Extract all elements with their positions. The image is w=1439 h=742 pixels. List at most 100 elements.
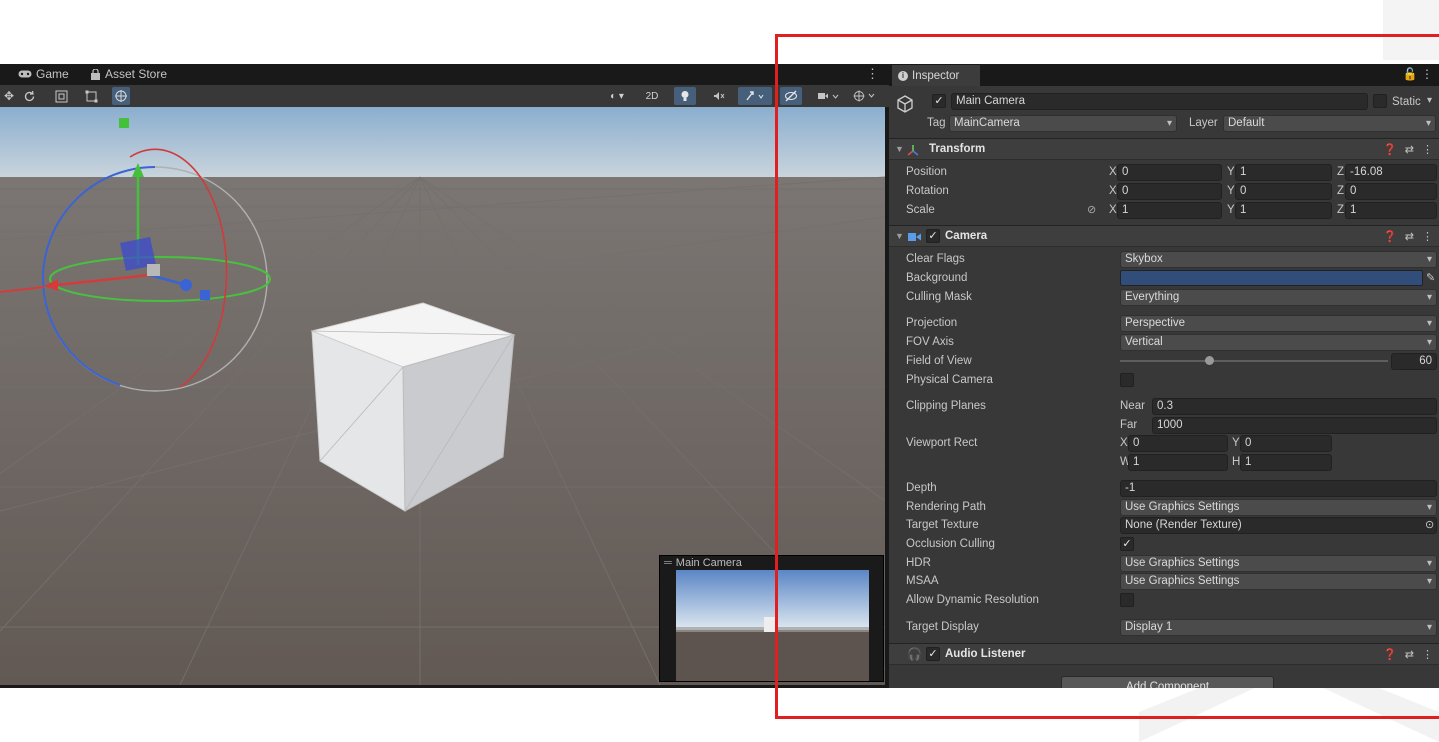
constrain-proportions-link-icon[interactable]: ⊘ [1087, 203, 1096, 216]
msaa-dropdown[interactable]: Use Graphics Settings [1120, 573, 1437, 590]
scale-tool-icon[interactable] [52, 87, 70, 105]
background-row: Background ✎ [889, 269, 1439, 288]
depth-label: Depth [906, 482, 937, 494]
presets-icon[interactable]: ⇄ [1405, 143, 1414, 156]
fov-slider-thumb[interactable] [1204, 356, 1214, 365]
target-display-dropdown[interactable]: Display 1 [1120, 619, 1437, 636]
component-header-icons: ❓ ⇄ ⋮ [1383, 230, 1433, 243]
drag-handle-icon[interactable]: ═ [664, 557, 672, 569]
audio-toggle-icon[interactable] [708, 87, 730, 105]
rotation-z-field[interactable]: 0 [1345, 183, 1437, 200]
presets-icon[interactable]: ⇄ [1405, 230, 1414, 243]
presets-icon[interactable]: ⇄ [1405, 648, 1414, 661]
fov-slider-track[interactable] [1120, 360, 1388, 362]
component-menu-icon[interactable]: ⋮ [1422, 648, 1433, 661]
position-y-field[interactable]: 1 [1235, 164, 1332, 181]
axis-z-label: Z [1337, 204, 1345, 216]
help-icon[interactable]: ❓ [1383, 648, 1397, 661]
foldout-arrow-icon[interactable]: ▼ [895, 231, 904, 241]
rotation-y-field[interactable]: 0 [1235, 183, 1332, 200]
viewport-y-field[interactable]: 0 [1240, 435, 1332, 452]
camera-settings-dropdown[interactable] [812, 87, 846, 105]
object-header: ✓ Main Camera Static ▾ Tag MainCamera La… [889, 91, 1439, 132]
toggle-2d-button[interactable]: 2D [640, 87, 664, 105]
foldout-arrow-icon[interactable]: ▼ [895, 144, 904, 154]
near-clip-field[interactable]: 0.3 [1152, 398, 1437, 415]
occlusion-culling-row: Occlusion Culling ✓ [889, 535, 1439, 554]
lock-and-menu-icon[interactable]: 🔓 ⋮ [1403, 67, 1433, 81]
msaa-label: MSAA [906, 575, 939, 587]
position-x-field[interactable]: 0 [1117, 164, 1222, 181]
position-z-field[interactable]: -16.08 [1345, 164, 1437, 181]
scale-z-field[interactable]: 1 [1345, 202, 1437, 219]
screenshot-stage: Game Asset Store ⋮ ✥ ◐ ▾ 2D ═ Main Camer… [0, 0, 1439, 742]
lighting-toggle-icon[interactable] [674, 87, 696, 105]
tab-asset-store[interactable]: Asset Store [90, 67, 167, 81]
audio-listener-component-header[interactable]: 🎧 ✓ Audio Listener ❓ ⇄ ⋮ [889, 643, 1439, 665]
clear-flags-label: Clear Flags [906, 253, 965, 265]
static-dropdown-arrow-icon[interactable]: ▾ [1427, 95, 1432, 106]
object-picker-icon[interactable]: ⊙ [1425, 518, 1434, 531]
effects-toggle-icon[interactable] [738, 87, 772, 105]
viewport-w-field[interactable]: 1 [1128, 454, 1228, 471]
component-menu-icon[interactable]: ⋮ [1422, 143, 1433, 156]
fov-axis-dropdown[interactable]: Vertical [1120, 334, 1437, 351]
transform-rotation-row: Rotation X 0 Y 0 Z 0 [889, 182, 1439, 201]
transform-title: Transform [929, 143, 986, 155]
projection-dropdown[interactable]: Perspective [1120, 315, 1437, 332]
camera-enabled-checkbox[interactable]: ✓ [926, 229, 940, 243]
kebab-menu-icon[interactable]: ⋮ [866, 66, 879, 82]
target-texture-field[interactable]: None (Render Texture) [1120, 517, 1437, 534]
allow-dynamic-resolution-checkbox[interactable] [1120, 593, 1134, 607]
far-clip-field[interactable]: 1000 [1152, 417, 1437, 434]
tag-dropdown[interactable]: MainCamera [949, 115, 1177, 132]
tab-inspector[interactable]: i Inspector [892, 65, 980, 86]
axis-x-label: X [1120, 437, 1128, 449]
scale-label: Scale [906, 204, 935, 216]
tag-label: Tag [927, 117, 946, 129]
camera-preview-overlay: ═ Main Camera [659, 555, 884, 682]
transform-tool-icon[interactable] [112, 87, 130, 105]
physical-camera-checkbox[interactable] [1120, 373, 1134, 387]
viewport-h-field[interactable]: 1 [1240, 454, 1332, 471]
help-icon[interactable]: ❓ [1383, 143, 1397, 156]
hidden-objects-toggle-icon[interactable] [780, 87, 802, 105]
rect-tool-icon[interactable] [82, 87, 100, 105]
object-active-checkbox[interactable]: ✓ [932, 94, 946, 108]
eyedropper-icon[interactable]: ✎ [1426, 271, 1435, 284]
rotate-tool-icon[interactable] [20, 87, 38, 105]
scale-y-field[interactable]: 1 [1235, 202, 1332, 219]
culling-mask-dropdown[interactable]: Everything [1120, 289, 1437, 306]
depth-row: Depth -1 [889, 479, 1439, 498]
audio-listener-enabled-checkbox[interactable]: ✓ [926, 647, 940, 661]
layer-dropdown[interactable]: Default [1223, 115, 1436, 132]
occlusion-culling-checkbox[interactable]: ✓ [1120, 537, 1134, 551]
depth-field[interactable]: -1 [1120, 480, 1437, 497]
rotation-x-field[interactable]: 0 [1117, 183, 1222, 200]
object-name-field[interactable]: Main Camera [951, 93, 1368, 110]
rendering-path-dropdown[interactable]: Use Graphics Settings [1120, 499, 1437, 516]
fov-value-field[interactable]: 60 [1391, 353, 1437, 370]
near-label: Near [1120, 400, 1145, 412]
fov-axis-row: FOV Axis Vertical [889, 333, 1439, 352]
add-component-button[interactable]: Add Component [1061, 676, 1274, 688]
audio-listener-title: Audio Listener [945, 648, 1026, 660]
move-tool-icon[interactable]: ✥ [0, 87, 18, 105]
tab-game[interactable]: Game [18, 67, 69, 81]
transform-component-header[interactable]: ▼ Transform ❓ ⇄ ⋮ [889, 138, 1439, 160]
field-of-view-label: Field of View [906, 355, 972, 367]
scale-x-field[interactable]: 1 [1117, 202, 1222, 219]
draw-mode-dropdown[interactable]: ◐ ▾ [600, 87, 634, 105]
background-color-swatch[interactable] [1120, 270, 1423, 286]
axis-x-label: X [1109, 185, 1117, 197]
help-icon[interactable]: ❓ [1383, 230, 1397, 243]
hdr-dropdown[interactable]: Use Graphics Settings [1120, 555, 1437, 572]
viewport-x-field[interactable]: 0 [1128, 435, 1228, 452]
gizmos-dropdown[interactable] [848, 87, 882, 105]
tab-game-label: Game [36, 67, 69, 81]
camera-preview-title: Main Camera [675, 557, 742, 569]
static-checkbox[interactable] [1373, 94, 1387, 108]
component-menu-icon[interactable]: ⋮ [1422, 230, 1433, 243]
clear-flags-dropdown[interactable]: Skybox [1120, 251, 1437, 268]
camera-component-header[interactable]: ▼ ✓ Camera ❓ ⇄ ⋮ [889, 225, 1439, 247]
